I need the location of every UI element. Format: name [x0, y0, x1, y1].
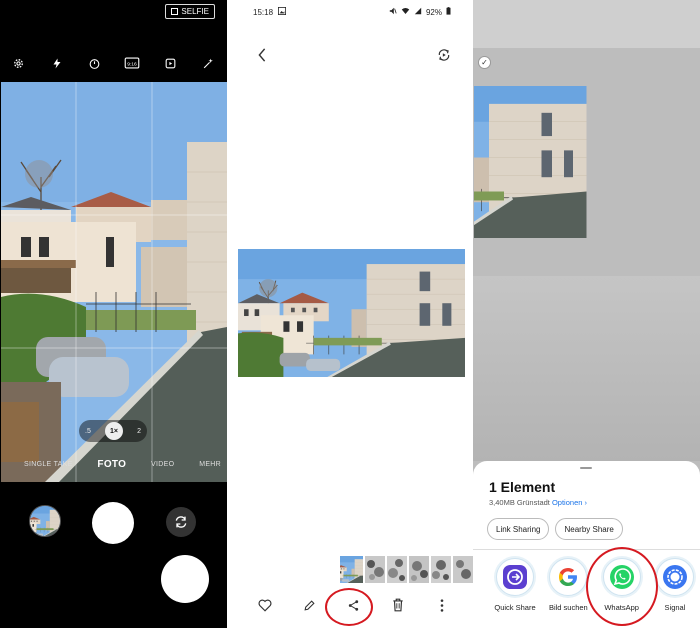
- thumbnail[interactable]: [431, 556, 451, 583]
- thumbnail[interactable]: [453, 556, 473, 583]
- battery-icon: [446, 7, 451, 17]
- selfie-icon: [171, 8, 179, 15]
- nearby-share-chip[interactable]: Nearby Share: [555, 518, 623, 540]
- camera-panel: SELFIE 9:16 .5 1× 2 SINGLE TAKE FOTO VID…: [0, 0, 227, 628]
- thumbnail[interactable]: [365, 556, 385, 583]
- zoom-selector: .5 1× 2: [79, 420, 147, 442]
- mode-single-take[interactable]: SINGLE TAKE: [24, 461, 73, 468]
- file-size-location: 3,40MB Grünstadt: [489, 498, 550, 507]
- flash-icon[interactable]: [48, 54, 66, 72]
- battery-percent: 92%: [425, 7, 442, 17]
- thumbnail-current[interactable]: [340, 556, 363, 583]
- switch-camera-button[interactable]: [166, 507, 196, 537]
- quick-share-icon: [503, 565, 527, 589]
- mode-more[interactable]: MEHR: [199, 461, 221, 468]
- selfie-label: SELFIE: [181, 7, 209, 16]
- shutter-button[interactable]: [92, 502, 134, 544]
- share-sheet: 1 Element 3,40MB Grünstadt Optionen › Li…: [473, 461, 700, 628]
- thumbnail[interactable]: [409, 556, 429, 583]
- signal-icon: [662, 565, 687, 589]
- photo-preview[interactable]: [238, 249, 465, 377]
- wifi-icon: [401, 7, 410, 17]
- blurred-background: [473, 276, 700, 461]
- gallery-panel: 15:18 92%: [227, 0, 473, 628]
- zoom-option-1x[interactable]: 1×: [104, 422, 123, 440]
- share-panel: ✓ 1 Element 3,40MB Grünstadt Optionen › …: [473, 0, 700, 628]
- status-time: 15:18: [253, 7, 274, 17]
- link-sharing-chip[interactable]: Link Sharing: [487, 518, 550, 540]
- mode-foto[interactable]: FOTO: [97, 459, 126, 470]
- settings-gear-icon[interactable]: [10, 54, 28, 72]
- annotation-circle-whatsapp: [586, 547, 658, 626]
- gallery-thumbnail-button[interactable]: [29, 505, 61, 537]
- divider: [473, 549, 700, 550]
- favorite-heart-icon[interactable]: [256, 596, 274, 614]
- selfie-button[interactable]: SELFIE: [165, 4, 215, 19]
- floating-shutter-button[interactable]: [161, 555, 209, 603]
- share-chips: Link Sharing Nearby Share: [487, 518, 623, 540]
- zoom-option-2x[interactable]: 2: [137, 428, 141, 435]
- blurred-header: [473, 0, 700, 48]
- mode-video[interactable]: VIDEO: [151, 461, 174, 468]
- image-notification-icon: [278, 7, 287, 17]
- camera-mode-bar: SINGLE TAKE FOTO VIDEO MEHR: [0, 459, 227, 470]
- share-meta: 3,40MB Grünstadt Optionen ›: [489, 498, 587, 507]
- signal-strength-icon: [414, 7, 422, 17]
- sheet-drag-handle[interactable]: [580, 467, 592, 469]
- shared-photo-preview: [474, 48, 699, 276]
- options-link[interactable]: Optionen ›: [552, 498, 587, 507]
- thumbnail[interactable]: [387, 556, 407, 583]
- share-title: 1 Element: [489, 479, 556, 495]
- back-arrow-icon[interactable]: [253, 46, 271, 64]
- delete-trash-icon[interactable]: [389, 596, 407, 614]
- annotation-circle-share: [325, 588, 373, 626]
- selection-check-icon[interactable]: ✓: [478, 56, 491, 69]
- flip-camera-icon: [175, 516, 187, 528]
- remaster-icon[interactable]: [435, 46, 453, 64]
- screenshot-root: SELFIE 9:16 .5 1× 2 SINGLE TAKE FOTO VID…: [0, 0, 700, 628]
- camera-toolbar: 9:16: [0, 54, 227, 72]
- more-options-icon[interactable]: [433, 596, 451, 614]
- motion-photo-icon[interactable]: [161, 54, 179, 72]
- mute-icon: [389, 7, 397, 17]
- timer-icon[interactable]: [86, 54, 104, 72]
- svg-text:9:16: 9:16: [128, 61, 138, 67]
- zoom-option-ultrawide[interactable]: .5: [85, 428, 91, 435]
- filters-magic-icon[interactable]: [199, 54, 217, 72]
- app-label: Signal: [664, 603, 686, 612]
- app-label: Bild suchen: [548, 603, 588, 612]
- status-bar: 15:18 92%: [253, 7, 451, 17]
- google-lens-icon: [559, 568, 578, 586]
- thumbnail-strip: [340, 556, 473, 583]
- edit-pencil-icon[interactable]: [300, 596, 318, 614]
- aspect-ratio-icon[interactable]: 9:16: [123, 54, 141, 72]
- app-label: Quick Share: [494, 603, 536, 612]
- app-quick-share[interactable]: Quick Share: [490, 558, 540, 612]
